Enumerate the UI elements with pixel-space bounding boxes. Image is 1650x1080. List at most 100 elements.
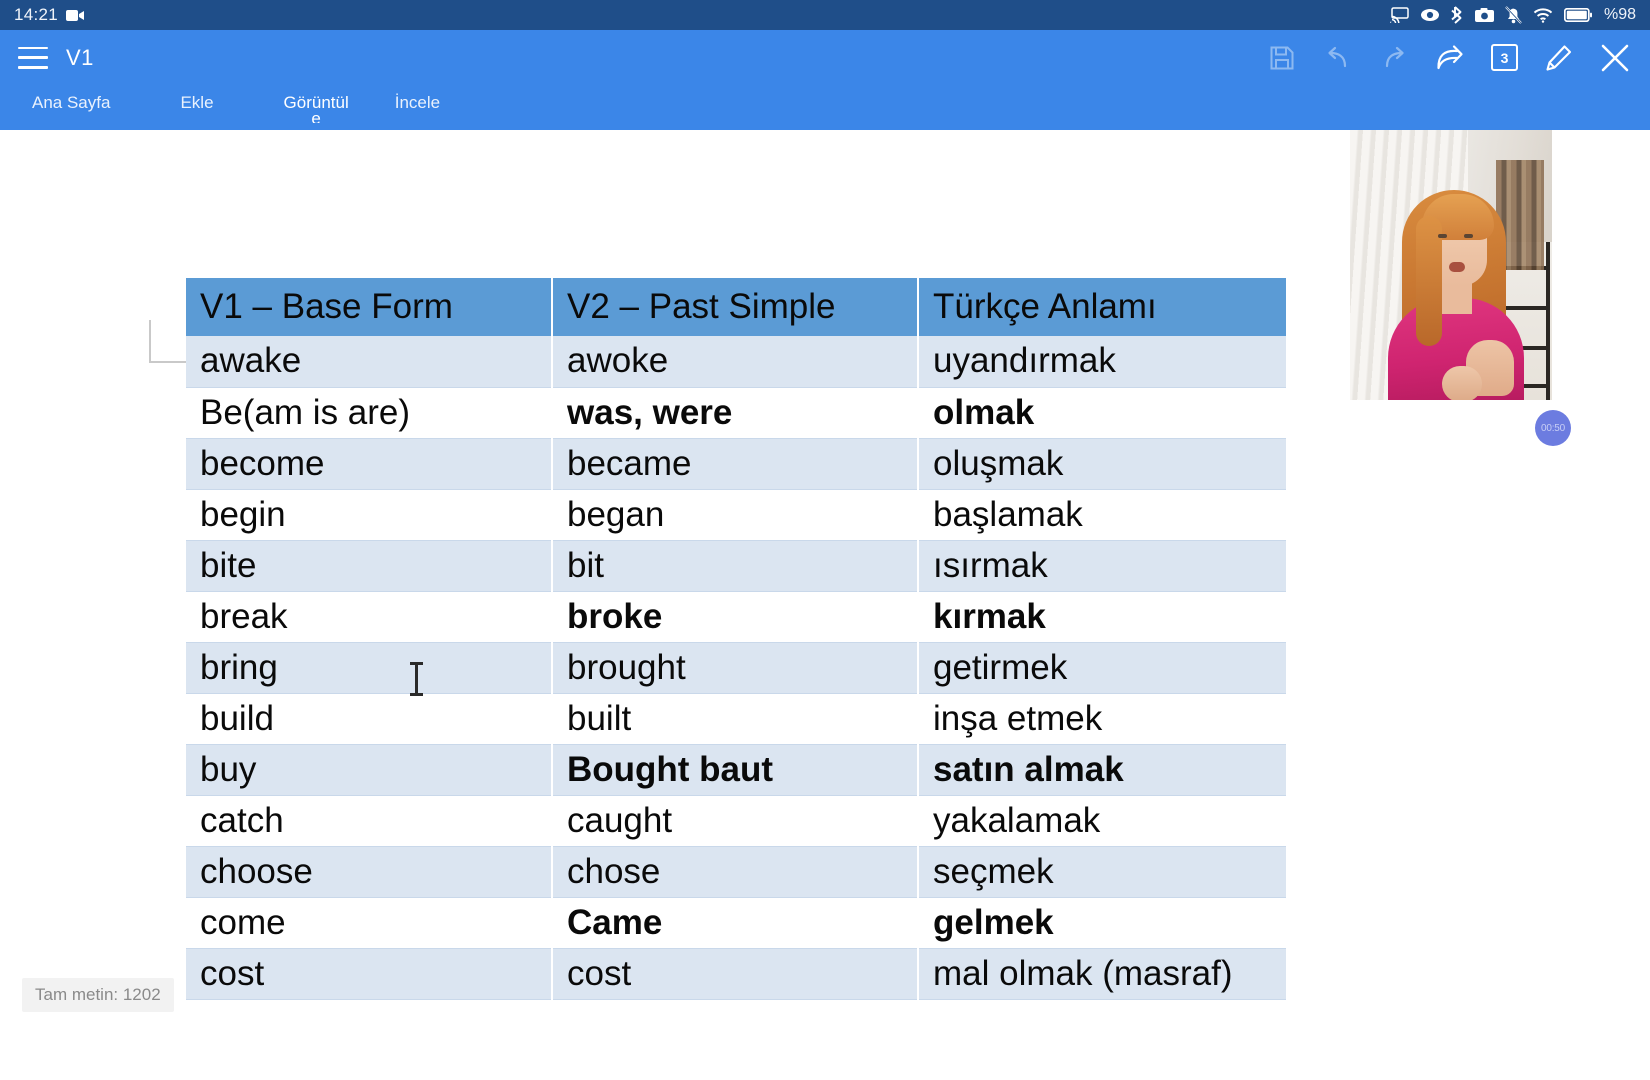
cell-v2: brought xyxy=(552,642,919,694)
video-presenter-mouth xyxy=(1449,262,1465,272)
cell-v1: bring xyxy=(186,642,553,694)
tab-ana-sayfa[interactable]: Ana Sayfa xyxy=(18,85,124,113)
table-row[interactable]: buy Bought baut satın almak xyxy=(186,744,1286,796)
table-body: awake awoke uyandırmak Be(am is are) was, we… xyxy=(186,336,1286,1000)
table-row[interactable]: come Came gelmek xyxy=(186,897,1286,949)
share-icon[interactable] xyxy=(1435,43,1465,73)
page-margin-mark xyxy=(149,320,187,363)
column-header-v1: V1 – Base Form xyxy=(186,278,553,336)
cell-v2: was, were xyxy=(552,387,919,439)
save-icon[interactable] xyxy=(1267,43,1297,73)
app-toolbar-actions: 3 xyxy=(1267,43,1636,73)
text-cursor-icon xyxy=(410,662,423,696)
video-presenter-eye-left xyxy=(1438,234,1447,238)
cell-v1: buy xyxy=(186,744,553,796)
table-row[interactable]: choose chose seçmek xyxy=(186,846,1286,898)
cell-turkish: seçmek xyxy=(918,846,1286,898)
app-toolbar-top-row: V1 3 xyxy=(0,30,1650,85)
cell-v1: cost xyxy=(186,948,553,1000)
cell-turkish: kırmak xyxy=(918,591,1286,643)
table-row[interactable]: become became oluşmak xyxy=(186,438,1286,490)
cell-v1: Be(am is are) xyxy=(186,387,553,439)
video-record-icon xyxy=(66,9,85,22)
tab-ana-sayfa-label: Ana Sayfa xyxy=(32,93,111,112)
cell-v1: come xyxy=(186,897,553,949)
cell-turkish: oluşmak xyxy=(918,438,1286,490)
tab-incele[interactable]: İncele xyxy=(381,85,454,113)
table-row[interactable]: cost cost mal olmak (masraf) xyxy=(186,948,1286,1000)
table-row[interactable]: awake awoke uyandırmak xyxy=(186,336,1286,388)
tab-goruntule[interactable]: Görüntül e xyxy=(270,85,363,123)
table-row[interactable]: bring brought getirmek xyxy=(186,642,1286,694)
cell-v1: choose xyxy=(186,846,553,898)
table-row[interactable]: Be(am is are) was, were olmak xyxy=(186,387,1286,439)
presenter-video[interactable] xyxy=(1350,130,1552,400)
cell-turkish: mal olmak (masraf) xyxy=(918,948,1286,1000)
tab-goruntule-label-overflow: e xyxy=(311,113,321,123)
column-header-v2: V2 – Past Simple xyxy=(552,278,919,336)
cell-v1: catch xyxy=(186,795,553,847)
cell-v2: caught xyxy=(552,795,919,847)
cell-v2: cost xyxy=(552,948,919,1000)
cell-v1: build xyxy=(186,693,553,745)
wifi-icon xyxy=(1533,8,1553,23)
bluetooth-icon xyxy=(1451,6,1464,24)
tab-ekle-label: Ekle xyxy=(180,93,214,112)
app-root: 14:21 %98 V1 3 Ana Sayfa Ekle Görüntül e… xyxy=(0,0,1650,1080)
cell-v1: begin xyxy=(186,489,553,541)
tab-incele-label: İncele xyxy=(394,93,441,112)
cell-v2: became xyxy=(552,438,919,490)
document-title: V1 xyxy=(66,44,94,70)
cell-turkish: yakalamak xyxy=(918,795,1286,847)
column-header-turkish: Türkçe Anlamı xyxy=(918,278,1286,336)
cell-v2: Came xyxy=(552,897,919,949)
video-presenter-eye-right xyxy=(1464,234,1473,238)
screencast-icon xyxy=(1389,7,1409,23)
tab-ekle[interactable]: Ekle xyxy=(166,85,227,113)
cell-turkish: olmak xyxy=(918,387,1286,439)
cell-turkish: getirmek xyxy=(918,642,1286,694)
table-row[interactable]: break broke kırmak xyxy=(186,591,1286,643)
table-header-row: V1 – Base Form V2 – Past Simple Türkçe A… xyxy=(186,278,1286,336)
redo-icon[interactable] xyxy=(1379,43,1409,73)
notification-muted-icon xyxy=(1505,6,1522,24)
cell-turkish: ısırmak xyxy=(918,540,1286,592)
irregular-verbs-table[interactable]: V1 – Base Form V2 – Past Simple Türkçe A… xyxy=(186,278,1286,1000)
table-row[interactable]: begin began başlamak xyxy=(186,489,1286,541)
pen-icon[interactable] xyxy=(1544,43,1574,73)
cell-v2: bit xyxy=(552,540,919,592)
camera-icon xyxy=(1474,8,1494,22)
battery-icon xyxy=(1563,8,1592,22)
video-presenter-hand-left xyxy=(1442,366,1482,400)
tab-goruntule-label: Görüntül xyxy=(283,93,349,112)
cell-turkish: satın almak xyxy=(918,744,1286,796)
word-count-badge: Tam metin: 1202 xyxy=(22,978,174,1012)
cell-v2: chose xyxy=(552,846,919,898)
cell-turkish: uyandırmak xyxy=(918,336,1286,388)
cell-v2: broke xyxy=(552,591,919,643)
page-count-icon[interactable]: 3 xyxy=(1491,44,1518,71)
cell-v2: Bought baut xyxy=(552,744,919,796)
app-toolbar: V1 3 Ana Sayfa Ekle Görüntül e İncele xyxy=(0,30,1650,130)
status-bar-right: %98 xyxy=(1389,6,1636,24)
status-bar-left: 14:21 xyxy=(14,5,85,25)
cell-turkish: inşa etmek xyxy=(918,693,1286,745)
cell-v1: bite xyxy=(186,540,553,592)
cell-v2: began xyxy=(552,489,919,541)
battery-percent: %98 xyxy=(1603,6,1636,23)
undo-icon[interactable] xyxy=(1323,43,1353,73)
cell-v1: become xyxy=(186,438,553,490)
cell-turkish: gelmek xyxy=(918,897,1286,949)
recording-timer-badge[interactable]: 00:50 xyxy=(1535,410,1571,446)
cell-v1: awake xyxy=(186,336,553,388)
close-icon[interactable] xyxy=(1600,43,1630,73)
status-clock: 14:21 xyxy=(14,5,59,24)
cell-v2: awoke xyxy=(552,336,919,388)
table-row[interactable]: bite bit ısırmak xyxy=(186,540,1286,592)
status-bar: 14:21 %98 xyxy=(0,0,1650,30)
hamburger-menu-icon[interactable] xyxy=(18,46,48,69)
cell-v1: break xyxy=(186,591,553,643)
table-row[interactable]: build built inşa etmek xyxy=(186,693,1286,745)
cell-turkish: başlamak xyxy=(918,489,1286,541)
table-row[interactable]: catch caught yakalamak xyxy=(186,795,1286,847)
